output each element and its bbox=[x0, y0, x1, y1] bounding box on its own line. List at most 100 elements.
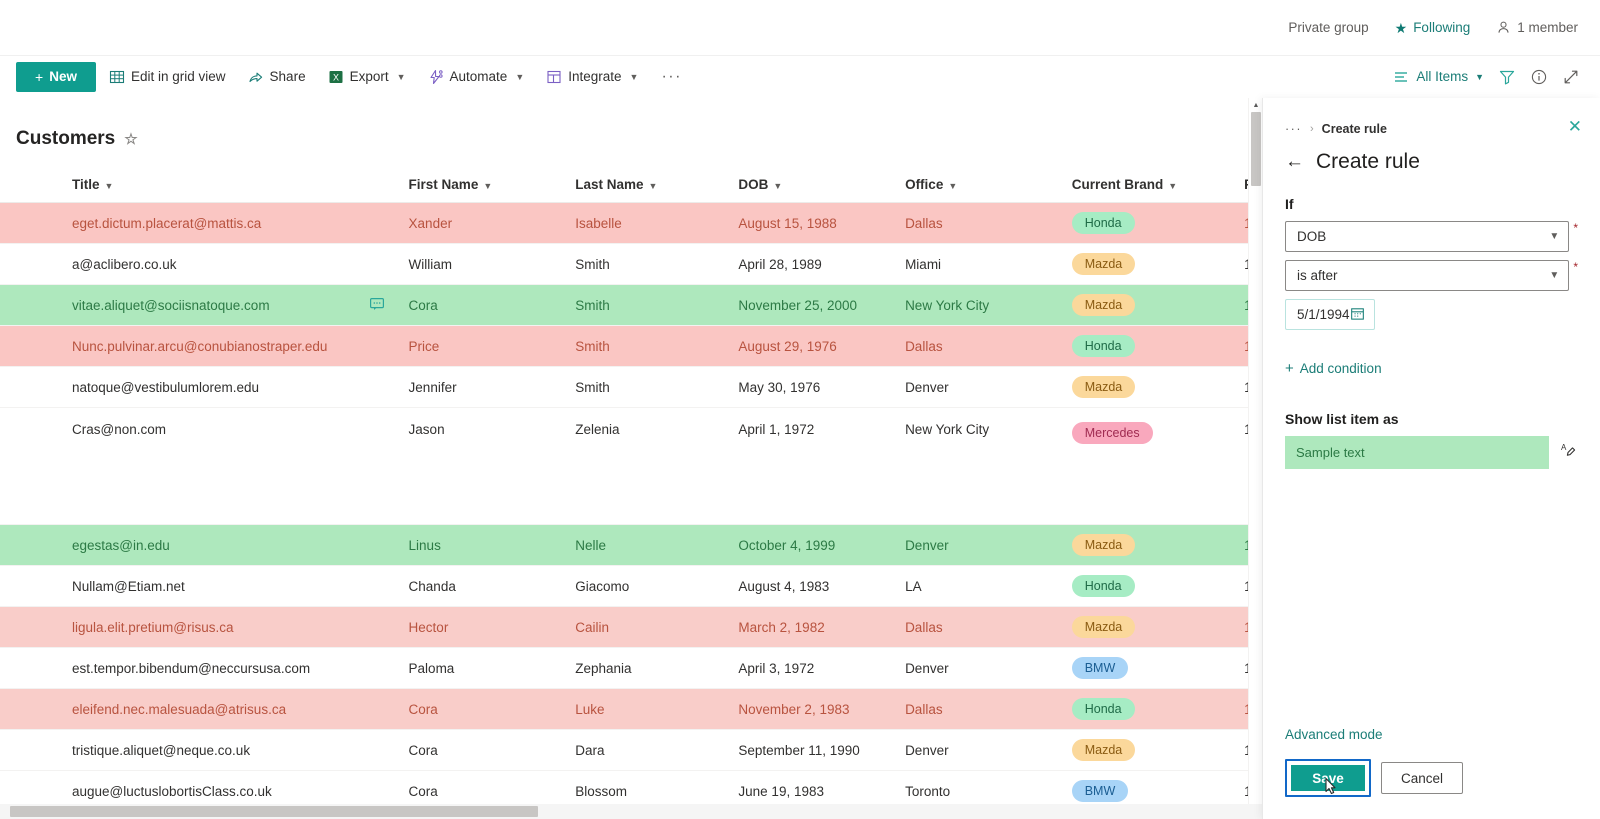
column-header-office[interactable]: Office ▼ bbox=[893, 171, 1060, 203]
table-row[interactable]: vitae.aliquet@sociisnatoque.com Cora Smith… bbox=[0, 284, 1262, 326]
cell-office: Denver bbox=[893, 367, 1060, 408]
cell-last-name: Smith bbox=[563, 367, 726, 408]
cell-last-name: Smith bbox=[563, 326, 726, 367]
table-row[interactable]: est.tempor.bibendum@neccursusa.com Paloma… bbox=[0, 648, 1262, 689]
cell-current-brand: Honda bbox=[1060, 566, 1232, 607]
table-row[interactable]: egestas@in.edu Linus Nelle October 4, 1999 D… bbox=[0, 524, 1262, 566]
filter-button[interactable] bbox=[1498, 68, 1516, 86]
calendar-icon[interactable] bbox=[1350, 306, 1365, 324]
brand-pill: Honda bbox=[1071, 335, 1135, 357]
details-button[interactable] bbox=[1530, 68, 1548, 86]
table-row[interactable]: eget.dictum.placerat@mattis.ca Xander Isab… bbox=[0, 202, 1262, 244]
new-button[interactable]: + New bbox=[16, 61, 96, 92]
full-screen-button[interactable] bbox=[1562, 68, 1580, 86]
required-indicator: * bbox=[1573, 260, 1578, 274]
cell-title[interactable]: Cras@non.com bbox=[0, 408, 397, 525]
vertical-scrollbar-thumb[interactable] bbox=[1251, 112, 1261, 186]
title-cell-content: ligula.elit.pretium@risus.ca bbox=[72, 620, 385, 635]
cell-office: New York City bbox=[893, 285, 1060, 326]
cell-first-name: Chanda bbox=[397, 566, 564, 607]
condition-operator-select[interactable]: is after ▼ bbox=[1285, 260, 1570, 291]
cancel-button[interactable]: Cancel bbox=[1381, 762, 1463, 794]
view-selector-button[interactable]: All Items ▼ bbox=[1393, 69, 1484, 85]
vertical-scrollbar[interactable]: ▲ ▼ bbox=[1248, 98, 1262, 819]
table-row[interactable]: Cras@non.com Jason Zelenia April 1, 1972 New… bbox=[0, 408, 1262, 525]
column-header-dob[interactable]: DOB ▼ bbox=[726, 171, 894, 203]
chevron-down-icon: ▼ bbox=[629, 71, 639, 82]
cell-title[interactable]: Nullam@Etiam.net bbox=[0, 566, 397, 607]
cell-title-label: Nunc.pulvinar.arcu@conubianostraper.edu bbox=[72, 338, 328, 354]
scroll-up-arrow-icon[interactable]: ▲ bbox=[1249, 98, 1262, 112]
add-condition-button[interactable]: + Add condition bbox=[1285, 360, 1578, 377]
following-button[interactable]: ★ Following bbox=[1395, 20, 1471, 35]
condition-column-row: DOB ▼ * bbox=[1285, 221, 1578, 252]
horizontal-scrollbar-thumb[interactable] bbox=[10, 806, 538, 817]
star-filled-icon: ★ bbox=[1394, 19, 1408, 36]
condition-column-select[interactable]: DOB ▼ bbox=[1285, 221, 1570, 252]
advanced-mode-link[interactable]: Advanced mode bbox=[1285, 727, 1578, 742]
horizontal-scrollbar[interactable] bbox=[0, 804, 1262, 819]
format-painter-icon[interactable]: A bbox=[1560, 441, 1578, 464]
cell-last-name-label: Smith bbox=[575, 297, 610, 313]
page-title: Customers bbox=[16, 128, 116, 149]
cell-title[interactable]: vitae.aliquet@sociisnatoque.com bbox=[0, 285, 397, 326]
cell-title[interactable]: Nunc.pulvinar.arcu@conubianostraper.edu bbox=[0, 326, 397, 367]
cell-title-label: a@aclibero.co.uk bbox=[72, 256, 177, 272]
command-bar-right: All Items ▼ bbox=[1393, 68, 1580, 86]
panel-footer: Advanced mode Save Cancel bbox=[1263, 727, 1600, 819]
cell-title[interactable]: a@aclibero.co.uk bbox=[0, 244, 397, 285]
panel-heading-label: Create rule bbox=[1316, 150, 1420, 173]
column-header-title[interactable]: Title ▼ bbox=[0, 171, 397, 203]
edit-in-grid-view-button[interactable]: Edit in grid view bbox=[100, 62, 235, 92]
table-row[interactable]: Nunc.pulvinar.arcu@conubianostraper.edu P… bbox=[0, 325, 1262, 367]
title-cell-content: tristique.aliquet@neque.co.uk bbox=[72, 743, 385, 758]
column-header-current-brand[interactable]: Current Brand ▼ bbox=[1059, 171, 1233, 203]
table-row[interactable]: eleifend.nec.malesuada@atrisus.ca Cora Luk… bbox=[0, 688, 1262, 730]
share-button[interactable]: Share bbox=[239, 62, 315, 92]
integrate-button[interactable]: Integrate ▼ bbox=[537, 62, 647, 92]
show-list-item-as-row: Sample text A bbox=[1285, 436, 1578, 469]
cell-first-name: Hector bbox=[397, 607, 564, 648]
column-header-first-name[interactable]: First Name ▼ bbox=[396, 171, 564, 203]
members-button[interactable]: 1 member bbox=[1496, 20, 1578, 35]
more-commands-button[interactable]: ··· bbox=[651, 68, 691, 86]
cell-title[interactable]: natoque@vestibulumlorem.edu bbox=[0, 367, 397, 408]
cell-current-brand: Mazda bbox=[1060, 730, 1232, 771]
cell-office-label: Miami bbox=[905, 256, 942, 272]
table-row[interactable]: Nullam@Etiam.net Chanda Giacomo August 4, 1… bbox=[0, 566, 1262, 607]
star-outline-icon[interactable]: ☆ bbox=[124, 130, 137, 148]
breadcrumb-overflow-button[interactable]: ··· bbox=[1285, 122, 1302, 136]
back-arrow-icon[interactable]: ← bbox=[1285, 151, 1304, 173]
cell-first-name-label: Cora bbox=[408, 783, 438, 799]
automate-button[interactable]: Automate ▼ bbox=[419, 62, 534, 92]
cell-title[interactable]: est.tempor.bibendum@neccursusa.com bbox=[0, 648, 397, 689]
condition-date-input[interactable]: 5/1/1994 bbox=[1285, 299, 1375, 330]
table-row[interactable]: ligula.elit.pretium@risus.ca Hector Cailin… bbox=[0, 606, 1262, 648]
cell-title-label: egestas@in.edu bbox=[72, 537, 170, 553]
export-button[interactable]: X Export ▼ bbox=[319, 62, 415, 92]
footer-buttons: Save Cancel bbox=[1285, 759, 1578, 797]
command-bar: + New Edit in grid view Share X Export ▼… bbox=[0, 56, 1600, 98]
cell-title[interactable]: eleifend.nec.malesuada@atrisus.ca bbox=[0, 689, 397, 730]
cell-last-name-label: Giacomo bbox=[575, 578, 630, 594]
title-cell-content: Nunc.pulvinar.arcu@conubianostraper.edu bbox=[72, 339, 385, 354]
cell-title[interactable]: egestas@in.edu bbox=[0, 525, 397, 566]
chevron-down-icon: ▼ bbox=[396, 71, 406, 82]
close-icon[interactable]: ✕ bbox=[1568, 118, 1582, 135]
column-header-last-name-label: Last Name bbox=[575, 177, 644, 192]
table-row[interactable]: a@aclibero.co.uk William Smith April 28, 19… bbox=[0, 244, 1262, 285]
column-header-last-name[interactable]: Last Name ▼ bbox=[563, 171, 727, 203]
cell-current-brand: Honda bbox=[1060, 689, 1232, 730]
sample-text-swatch[interactable]: Sample text bbox=[1285, 436, 1549, 469]
table-row[interactable]: natoque@vestibulumlorem.edu Jennifer Smith… bbox=[0, 367, 1262, 408]
cell-last-name: Zelenia bbox=[563, 408, 726, 525]
save-button[interactable]: Save bbox=[1289, 763, 1367, 793]
cell-office: Dallas bbox=[893, 203, 1060, 244]
cell-dob: April 28, 1989 bbox=[726, 244, 893, 285]
sample-text-label: Sample text bbox=[1296, 445, 1365, 460]
table-row[interactable]: tristique.aliquet@neque.co.uk Cora Dara Sep… bbox=[0, 730, 1262, 771]
cell-title[interactable]: eget.dictum.placerat@mattis.ca bbox=[0, 203, 397, 244]
comment-icon[interactable] bbox=[369, 296, 385, 315]
cell-title[interactable]: ligula.elit.pretium@risus.ca bbox=[0, 607, 397, 648]
cell-title[interactable]: tristique.aliquet@neque.co.uk bbox=[0, 730, 397, 771]
